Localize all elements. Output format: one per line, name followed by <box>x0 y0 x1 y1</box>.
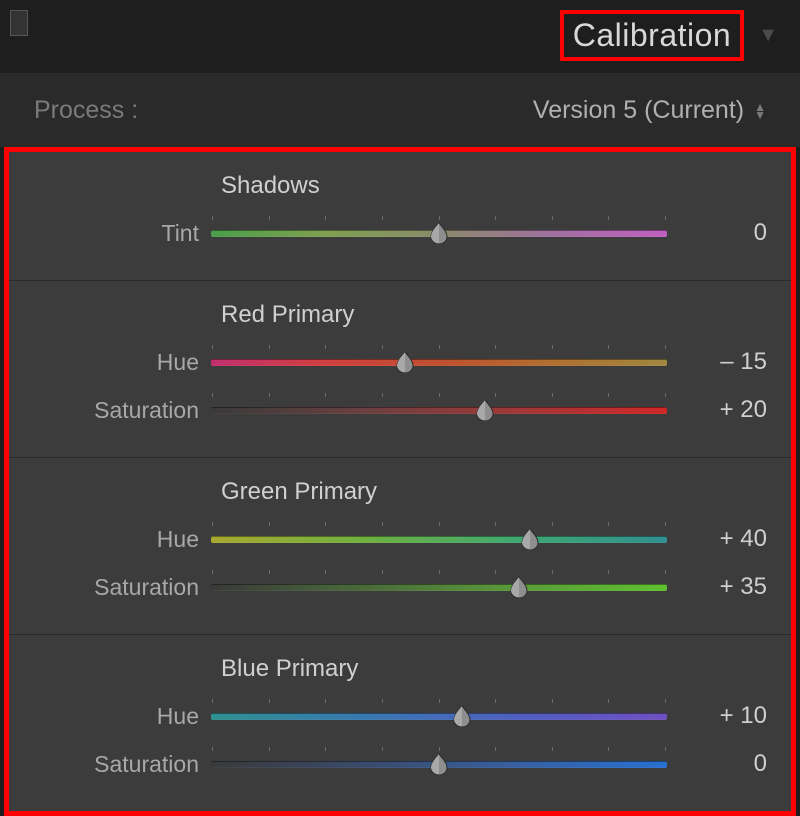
red-sat-slider[interactable] <box>211 398 667 422</box>
shadows-tint-label: Tint <box>33 220 211 247</box>
blue-hue-row: Hue + 10 <box>33 697 767 735</box>
red-hue-value[interactable]: – 15 <box>667 348 767 376</box>
process-row: Process : Version 5 (Current) ▲▼ <box>0 74 800 147</box>
slider-thumb-icon[interactable] <box>475 399 495 421</box>
red-primary-group: Red Primary Hue – 15 Saturation <box>9 280 791 457</box>
panel-toggle[interactable] <box>10 10 28 36</box>
blue-hue-slider[interactable] <box>211 704 667 728</box>
red-hue-row: Hue – 15 <box>33 343 767 381</box>
blue-primary-group: Blue Primary Hue + 10 Saturation <box>9 634 791 811</box>
slider-thumb-icon[interactable] <box>429 222 449 244</box>
blue-primary-title: Blue Primary <box>221 655 767 683</box>
blue-hue-value[interactable]: + 10 <box>667 702 767 730</box>
panel-header: Calibration ▼ <box>0 0 800 74</box>
blue-sat-label: Saturation <box>33 751 211 778</box>
calibration-panel: Calibration ▼ Process : Version 5 (Curre… <box>0 0 800 815</box>
red-hue-slider[interactable] <box>211 350 667 374</box>
process-dropdown[interactable]: Version 5 (Current) ▲▼ <box>533 96 766 125</box>
blue-sat-row: Saturation 0 <box>33 745 767 783</box>
process-label: Process : <box>34 96 138 125</box>
slider-thumb-icon[interactable] <box>520 528 540 550</box>
green-hue-row: Hue + 40 <box>33 520 767 558</box>
green-hue-label: Hue <box>33 526 211 553</box>
shadows-group: Shadows Tint 0 <box>9 152 791 280</box>
slider-thumb-icon[interactable] <box>452 705 472 727</box>
collapse-triangle-icon[interactable]: ▼ <box>758 24 778 47</box>
shadows-tint-slider[interactable] <box>211 221 667 245</box>
shadows-tint-value[interactable]: 0 <box>667 219 767 247</box>
green-sat-label: Saturation <box>33 574 211 601</box>
shadows-title: Shadows <box>221 172 767 200</box>
panel-title[interactable]: Calibration <box>560 10 744 61</box>
red-hue-label: Hue <box>33 349 211 376</box>
updown-icon: ▲▼ <box>754 103 766 119</box>
process-value-text: Version 5 (Current) <box>533 96 744 125</box>
green-primary-title: Green Primary <box>221 478 767 506</box>
red-sat-value[interactable]: + 20 <box>667 396 767 424</box>
slider-thumb-icon[interactable] <box>429 753 449 775</box>
blue-sat-slider[interactable] <box>211 752 667 776</box>
green-sat-row: Saturation + 35 <box>33 568 767 606</box>
shadows-tint-row: Tint 0 <box>33 214 767 252</box>
green-primary-group: Green Primary Hue + 40 Saturation <box>9 457 791 634</box>
blue-hue-label: Hue <box>33 703 211 730</box>
slider-thumb-icon[interactable] <box>509 576 529 598</box>
blue-sat-value[interactable]: 0 <box>667 750 767 778</box>
red-primary-title: Red Primary <box>221 301 767 329</box>
sliders-container: Shadows Tint 0 Red Primary Hue <box>4 147 796 816</box>
slider-thumb-icon[interactable] <box>395 351 415 373</box>
green-hue-value[interactable]: + 40 <box>667 525 767 553</box>
red-sat-label: Saturation <box>33 397 211 424</box>
red-sat-row: Saturation + 20 <box>33 391 767 429</box>
green-hue-slider[interactable] <box>211 527 667 551</box>
green-sat-slider[interactable] <box>211 575 667 599</box>
green-sat-value[interactable]: + 35 <box>667 573 767 601</box>
